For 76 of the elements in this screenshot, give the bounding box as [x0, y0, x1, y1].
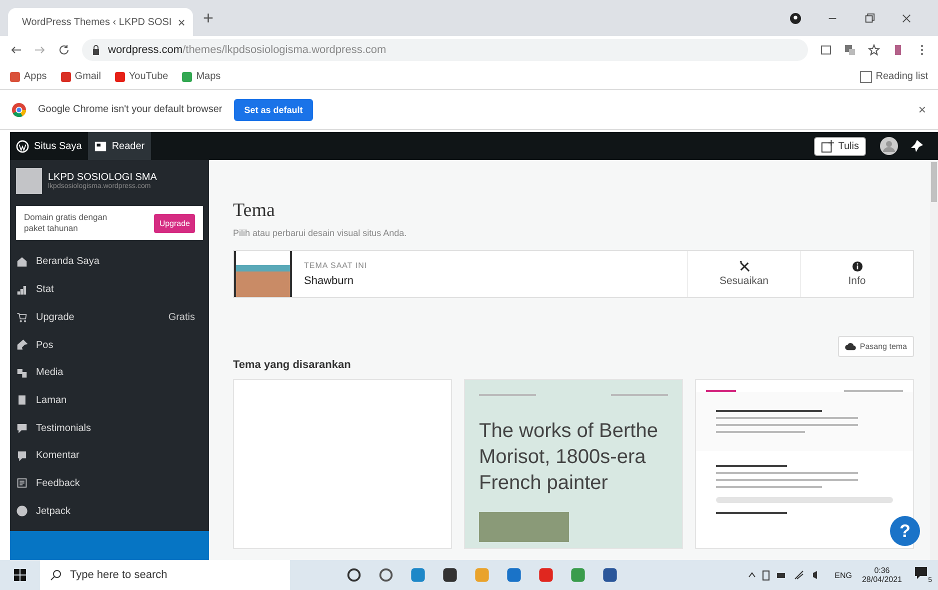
cart-icon — [16, 311, 28, 324]
site-name[interactable]: LKPD SOSIOLOGI SMA — [48, 172, 157, 183]
section-heading: Tema yang disarankan — [233, 359, 352, 371]
tools-icon — [738, 261, 750, 272]
plus-document-icon — [821, 140, 834, 152]
star-icon[interactable] — [868, 44, 880, 56]
taskbar-app-icon[interactable] — [346, 567, 362, 583]
taskbar-app-icon[interactable] — [602, 567, 618, 583]
windows-start-icon[interactable] — [14, 569, 26, 581]
upgrade-button[interactable]: Upgrade — [154, 214, 195, 233]
set-as-default-button[interactable]: Set as default — [234, 98, 313, 120]
theme-action-button[interactable]: Sesuaikan — [687, 251, 800, 297]
wordpress-logo-icon — [16, 140, 29, 152]
sidebar-item[interactable]: Testimonials — [10, 414, 209, 442]
close-tab-button[interactable]: × — [178, 14, 186, 30]
reading-list-button[interactable]: Reading list — [860, 70, 928, 82]
speech-bubble-icon — [16, 422, 28, 434]
sidebar-item[interactable]: Stat — [10, 276, 209, 304]
theme-thumbnail — [234, 251, 292, 297]
language-indicator[interactable]: ENG — [834, 570, 852, 580]
taskbar-clock[interactable]: 0:36 28/04/2021 — [862, 566, 902, 584]
close-infobar-button[interactable]: × — [918, 102, 926, 117]
sidebar-item[interactable]: Feedback — [10, 470, 209, 498]
speech-bubble-icon — [914, 566, 928, 580]
taskbar-app-icon[interactable] — [378, 567, 394, 583]
comment-icon — [16, 450, 28, 462]
media-icon — [16, 366, 28, 379]
house-icon — [16, 256, 28, 268]
bookmark-link[interactable]: YouTube — [114, 71, 168, 82]
sidebar-item[interactable]: Media — [10, 358, 209, 387]
bar-chart-icon — [16, 284, 28, 296]
close-icon[interactable] — [901, 12, 912, 24]
reader-icon — [94, 140, 107, 152]
page-subtitle: Pilih atau perbarui desain visual situs Anda. — [233, 228, 408, 238]
sidebar-item[interactable]: Komentar — [10, 442, 209, 470]
list-icon — [16, 477, 28, 490]
chrome-logo-icon — [12, 102, 26, 116]
back-arrow-icon[interactable] — [10, 44, 22, 56]
new-tab-button[interactable]: + — [203, 8, 214, 28]
sidebar-item[interactable]: Pos — [10, 331, 209, 359]
profile-icon[interactable] — [790, 12, 801, 24]
lock-icon — [92, 45, 100, 55]
search-icon — [50, 569, 62, 581]
avatar-icon[interactable] — [880, 137, 898, 155]
write-button[interactable]: Tulis — [814, 136, 866, 156]
pin-icon — [16, 339, 28, 351]
cloud-icon — [844, 342, 856, 351]
bookmark-link[interactable]: Gmail — [60, 71, 101, 82]
bookmark-link[interactable]: Maps — [182, 71, 221, 82]
browser-tab[interactable]: WordPress Themes ‹ LKPD SOSI × — [8, 8, 193, 36]
theme-action-button[interactable]: Info — [800, 251, 913, 297]
sidebar-item[interactable]: Jetpack — [10, 497, 209, 525]
install-theme-button[interactable]: Pasang tema — [838, 336, 914, 357]
current-theme-name: Shawburn — [304, 275, 355, 287]
page-icon — [16, 394, 28, 406]
sidebar-item[interactable]: Upgrade Gratis — [10, 303, 209, 332]
theme-preview-card[interactable]: The works of Berthe Morisot, 1800s-era French painter — [464, 379, 683, 549]
site-icon — [16, 168, 42, 194]
sidebar-item[interactable]: Laman — [10, 386, 209, 414]
restore-icon[interactable] — [864, 12, 875, 24]
page-title: Tema — [233, 200, 276, 222]
reload-icon[interactable] — [58, 44, 70, 56]
default-browser-message: Google Chrome isn't your default browser — [38, 104, 222, 115]
info-icon — [852, 261, 862, 272]
sidebar-item[interactable]: Beranda Saya — [10, 248, 209, 276]
bookmark-link[interactable]: Apps — [10, 71, 47, 82]
taskbar-app-icon[interactable] — [442, 567, 458, 583]
address-bar[interactable]: wordpress.com/themes/lkpdsosiologisma.wordpress.com — [82, 39, 808, 61]
promo-text: Domain gratis dengan paket tahunan — [24, 212, 108, 234]
notification-icon[interactable] — [910, 139, 924, 153]
circle-icon — [16, 505, 28, 518]
masterbar-tab[interactable]: Reader — [88, 132, 151, 160]
tab-title: WordPress Themes ‹ LKPD SOSI — [22, 16, 172, 28]
taskbar-search-field[interactable]: Type here to search — [40, 560, 290, 590]
preview-headline: The works of Berthe Morisot, 1800s-era French painter — [479, 419, 659, 496]
current-theme-label: TEMA SAAT INI — [304, 261, 368, 270]
